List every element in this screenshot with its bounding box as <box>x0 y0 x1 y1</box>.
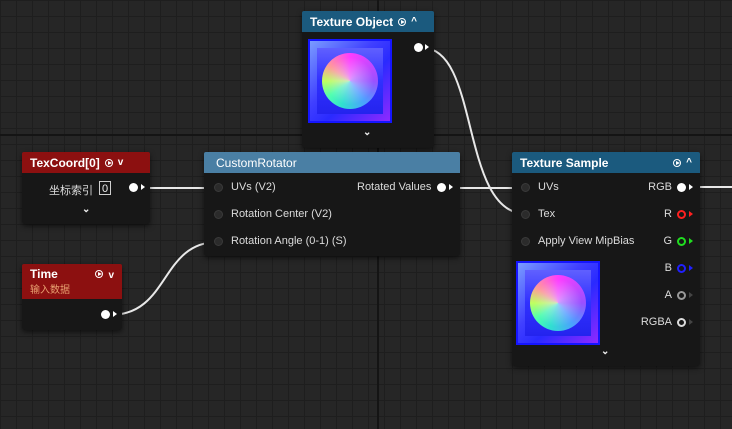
output-arrow-icon <box>689 238 693 244</box>
output-arrow-icon <box>689 265 693 271</box>
b-output-label: B <box>664 262 672 274</box>
custom-rotator-header[interactable]: CustomRotator <box>204 152 460 173</box>
texture-sample-title: Texture Sample <box>520 155 609 170</box>
rgb-output-label: RGB <box>648 181 672 193</box>
preview-toggle-icon[interactable] <box>673 158 682 167</box>
texture-sample-preview <box>516 261 600 345</box>
texture-sample-node[interactable]: Texture Sample ^ UVs Tex Apply View MipB… <box>512 152 700 366</box>
b-output-pin[interactable] <box>677 264 686 273</box>
g-output-pin[interactable] <box>677 237 686 246</box>
output-arrow-icon <box>113 311 117 317</box>
custom-rotator-title: CustomRotator <box>216 155 297 170</box>
rgb-output-pin[interactable] <box>677 183 686 192</box>
time-node[interactable]: Time 输入数据 v <box>22 264 122 330</box>
texcoord-header[interactable]: TexCoord[0] v <box>22 152 150 173</box>
mip-bias-input-label: Apply View MipBias <box>538 235 635 247</box>
r-output-label: R <box>664 208 672 220</box>
rotation-angle-input-pin[interactable] <box>214 237 223 246</box>
r-output-pin[interactable] <box>677 210 686 219</box>
coordinate-index-field[interactable]: 0 <box>99 181 111 195</box>
tex-input-label: Tex <box>538 208 556 220</box>
rotation-center-input-label: Rotation Center (V2) <box>231 208 332 220</box>
uvs-input-pin[interactable] <box>521 183 530 192</box>
coordinate-index-label: 坐标索引 <box>49 185 93 197</box>
chevron-up-icon[interactable]: ^ <box>411 16 417 27</box>
rotation-angle-input-label: Rotation Angle (0-1) (S) <box>231 235 347 247</box>
output-arrow-icon <box>449 184 453 190</box>
output-arrow-icon <box>689 184 693 190</box>
chevron-down-icon[interactable]: v <box>118 157 124 168</box>
rgba-output-pin[interactable] <box>677 318 686 327</box>
texcoord-title: TexCoord[0] <box>30 155 100 170</box>
time-header[interactable]: Time 输入数据 v <box>22 264 122 299</box>
preview-toggle-icon[interactable] <box>398 17 407 26</box>
output-arrow-icon <box>141 184 145 190</box>
rotated-values-output-pin[interactable] <box>437 183 446 192</box>
texcoord-node[interactable]: TexCoord[0] v 坐标索引 0 ⌄ <box>22 152 150 224</box>
wire-time-to-angle <box>109 241 219 316</box>
uvs-input-label: UVs <box>538 181 559 193</box>
rgba-output-label: RGBA <box>640 316 672 328</box>
tex-input-pin[interactable] <box>521 210 530 219</box>
time-subtitle: 输入数据 <box>30 285 70 296</box>
g-output-label: G <box>663 235 672 247</box>
texture-object-title: Texture Object <box>310 14 394 29</box>
output-arrow-icon <box>425 44 429 50</box>
texture-object-preview <box>308 39 392 123</box>
expand-chevron-icon[interactable]: ⌄ <box>82 204 90 215</box>
chevron-up-icon[interactable]: ^ <box>686 157 692 168</box>
uvs-input-label: UVs (V2) <box>231 181 276 193</box>
texture-object-node[interactable]: Texture Object ^ ⌄ <box>302 11 434 148</box>
rotated-values-label: Rotated Values <box>357 181 432 193</box>
output-arrow-icon <box>689 211 693 217</box>
uvs-input-pin[interactable] <box>214 183 223 192</box>
output-arrow-icon <box>689 319 693 325</box>
expand-chevron-icon[interactable]: ⌄ <box>601 346 609 357</box>
chevron-down-icon[interactable]: v <box>108 270 114 281</box>
mip-bias-input-pin[interactable] <box>521 237 530 246</box>
texture-object-output-pin[interactable] <box>414 43 423 52</box>
texcoord-output-pin[interactable] <box>129 183 138 192</box>
expand-chevron-icon[interactable]: ⌄ <box>363 127 371 138</box>
output-arrow-icon <box>689 292 693 298</box>
preview-toggle-icon[interactable] <box>95 270 104 278</box>
a-output-label: A <box>664 289 672 301</box>
time-output-pin[interactable] <box>101 310 110 319</box>
texture-sample-header[interactable]: Texture Sample ^ <box>512 152 700 173</box>
custom-rotator-node[interactable]: CustomRotator UVs (V2) Rotation Center (… <box>204 152 460 256</box>
a-output-pin[interactable] <box>677 291 686 300</box>
rotation-center-input-pin[interactable] <box>214 210 223 219</box>
texture-object-header[interactable]: Texture Object ^ <box>302 11 434 32</box>
preview-toggle-icon[interactable] <box>104 158 113 167</box>
time-title: Time <box>30 267 58 281</box>
